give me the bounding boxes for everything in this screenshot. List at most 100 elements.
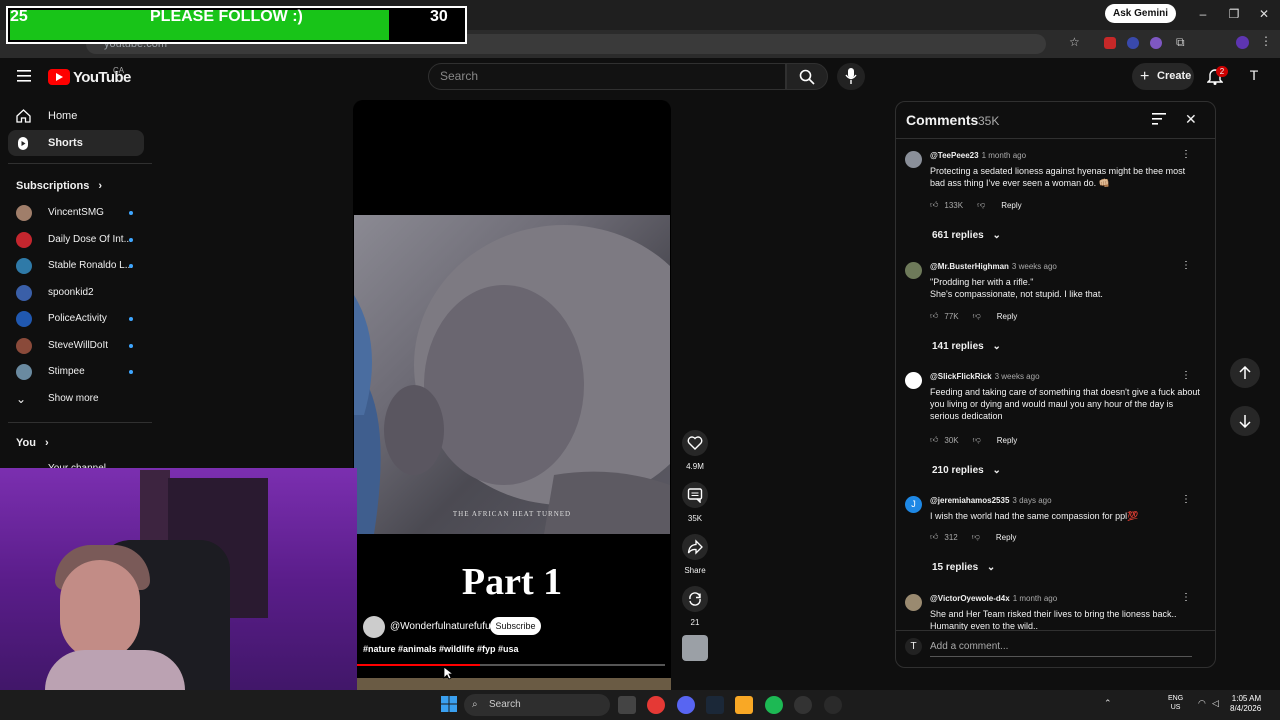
extension-icon[interactable] [1127,37,1139,49]
like-button[interactable] [682,430,708,456]
view-replies-button[interactable]: 15 replies ⌄ [932,562,995,573]
comment-avatar[interactable] [905,262,922,279]
sound-thumbnail[interactable] [682,635,708,661]
reply-button[interactable]: Reply [997,312,1017,321]
thumbs-up-icon[interactable]: 👍︎ [930,200,938,210]
view-replies-button[interactable]: 141 replies ⌄ [932,341,1001,352]
create-button[interactable]: + Create [1132,63,1194,90]
thumbs-down-icon[interactable]: 👎︎ [977,200,985,210]
steam-icon[interactable] [706,696,724,714]
sidebar-item-shorts[interactable]: Shorts [8,130,144,156]
view-replies-button[interactable]: 210 replies ⌄ [932,465,1001,476]
close-icon[interactable]: ✕ [1185,111,1197,128]
subscription-item[interactable]: Daily Dose Of Int... [16,230,136,250]
close-window-icon[interactable]: ✕ [1254,6,1274,22]
sort-icon[interactable] [1152,113,1166,125]
voice-search-button[interactable] [837,63,865,90]
comment-avatar[interactable]: J [905,496,922,513]
subscription-item[interactable]: Stimpee [16,362,136,382]
more-actions-icon[interactable]: ⋮ [1181,370,1191,382]
reply-button[interactable]: Reply [1001,201,1021,210]
new-content-dot [129,370,133,374]
sidebar-divider [8,422,152,423]
puzzle-icon[interactable]: ⧉ [1176,35,1185,50]
comment-author[interactable]: @Mr.BusterHighman 3 weeks ago [930,262,1057,271]
comment-avatar[interactable] [905,372,922,389]
extension-icon[interactable] [1150,37,1162,49]
minimize-icon[interactable]: – [1193,6,1213,22]
more-actions-icon[interactable]: ⋮ [1181,494,1191,506]
sidebar-divider [8,163,152,164]
hamburger-menu-icon[interactable] [17,70,31,82]
app-icon[interactable] [824,696,842,714]
thumbs-up-icon[interactable]: 👍︎ [930,532,938,542]
video-hashtags[interactable]: #nature #animals #wildlife #fyp #usa [363,644,519,654]
file-explorer-icon[interactable] [735,696,753,714]
channel-avatar [16,285,32,301]
task-view-icon[interactable] [618,696,636,714]
obs-icon[interactable] [794,696,812,714]
language-indicator[interactable]: ENG US [1168,694,1183,712]
subscription-item[interactable]: SteveWillDoIt [16,336,136,356]
comment-time: 1 month ago [1012,594,1058,603]
star-icon[interactable]: ☆ [1069,35,1080,49]
thumbs-up-icon[interactable]: 👍︎ [930,435,938,445]
subscription-item[interactable]: VincentSMG [16,203,136,223]
tray-chevron-icon[interactable]: ⌃ [1104,698,1112,709]
arrow-up-icon [1239,366,1251,379]
channel-name[interactable]: @Wonderfulnaturefufu [390,621,491,632]
comment-author[interactable]: @VictorOyewole-d4x 1 month ago [930,594,1057,603]
comment-username: @VictorOyewole-d4x [930,594,1010,603]
wifi-icon[interactable]: ◠ [1198,698,1206,709]
thumbs-down-icon[interactable]: 👎︎ [973,435,981,445]
more-actions-icon[interactable]: ⋮ [1181,592,1191,604]
sidebar-item-home[interactable]: Home [8,103,144,129]
taskbar-clock[interactable]: 1:05 AM 8/4/2026 [1230,694,1261,714]
reply-button[interactable]: Reply [996,533,1016,542]
reply-button[interactable]: Reply [997,436,1017,445]
taskbar-search-label: Search [489,699,521,710]
channel-avatar[interactable] [363,616,385,638]
subscription-item[interactable]: PoliceActivity [16,309,136,329]
ask-gemini-button[interactable]: Ask Gemini [1105,4,1177,23]
subscription-item[interactable]: spoonkid2 [16,283,136,303]
thumbs-down-icon[interactable]: 👎︎ [973,311,981,321]
you-heading[interactable]: You › [16,437,49,449]
share-icon [687,539,703,555]
thumbs-down-icon[interactable]: 👎︎ [972,532,980,542]
search-input[interactable]: Search [428,63,786,90]
chrome-icon[interactable] [647,696,665,714]
comment-author[interactable]: @TeePeee23 1 month ago [930,151,1026,160]
next-video-button[interactable] [1230,406,1260,436]
view-replies-button[interactable]: 661 replies ⌄ [932,230,1001,241]
discord-icon[interactable] [677,696,695,714]
profile-avatar[interactable] [1236,36,1249,49]
comment-like-count: 30K [944,435,959,445]
subscriptions-heading[interactable]: Subscriptions › [16,180,102,192]
share-button[interactable] [682,534,708,560]
show-more-button[interactable]: Show more [48,393,99,404]
account-avatar[interactable]: T [1245,67,1263,85]
volume-icon[interactable]: ◁ [1212,698,1219,709]
subscription-item[interactable]: Stable Ronaldo L... [16,256,136,276]
channel-avatar [16,205,32,221]
comment-author[interactable]: @jeremiahamos2535 3 days ago [930,496,1052,505]
taskbar-search[interactable]: ⌕ Search [464,694,610,716]
thumbs-up-icon[interactable]: 👍︎ [930,311,938,321]
comment-avatar[interactable] [905,594,922,611]
add-comment-input[interactable]: Add a comment... [930,641,1008,652]
spotify-icon[interactable] [765,696,783,714]
windows-start-icon[interactable] [441,696,457,712]
extension-icon[interactable] [1104,37,1116,49]
search-button[interactable] [786,63,828,90]
comment-avatar[interactable] [905,151,922,168]
more-actions-icon[interactable]: ⋮ [1181,260,1191,272]
comment-author[interactable]: @SlickFlickRick 3 weeks ago [930,372,1040,381]
subscribe-button[interactable]: Subscribe [490,617,541,635]
comments-button[interactable] [682,482,708,508]
remix-button[interactable] [682,586,708,612]
more-actions-icon[interactable]: ⋮ [1181,149,1191,161]
previous-video-button[interactable] [1230,358,1260,388]
restore-icon[interactable]: ❐ [1224,6,1244,22]
menu-dots-icon[interactable]: ⋮ [1260,34,1272,48]
